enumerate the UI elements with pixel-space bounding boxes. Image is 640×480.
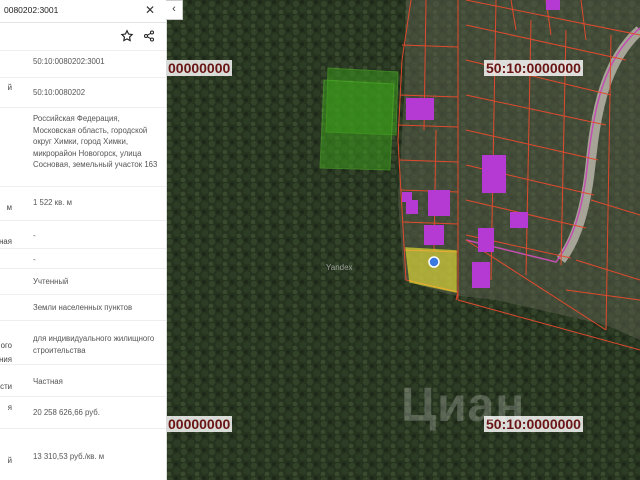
info-row-value: 20 258 626,66 руб. <box>33 408 100 417</box>
divider <box>0 320 166 321</box>
info-row-value: Учтенный <box>33 277 69 286</box>
satellite-map[interactable]: 00000000 50:10:0000000 00000000 50:10:00… <box>166 0 640 480</box>
search-query[interactable]: 0080202:3001 <box>4 5 58 15</box>
info-row-label: сти <box>0 382 12 391</box>
info-row-value: для индивидуального жилищного строительс… <box>33 334 155 355</box>
close-icon[interactable]: ✕ <box>145 3 155 17</box>
collapse-panel-button[interactable]: ‹ <box>166 0 183 20</box>
info-row-label: я <box>7 403 12 412</box>
info-row-value: 50:10:0080202:3001 <box>33 57 105 66</box>
info-row-label: м <box>6 203 12 212</box>
divider <box>0 50 166 51</box>
info-row-label: й <box>7 83 12 92</box>
chevron-left-icon: ‹ <box>172 3 176 15</box>
cadastral-label: 00000000 <box>166 60 233 76</box>
divider <box>0 107 166 108</box>
info-row-value: Частная <box>33 377 63 386</box>
cadastral-label: 00000000 <box>166 416 233 432</box>
info-row-value: 13 310,53 руб./кв. м <box>33 452 105 461</box>
cian-watermark: Циан <box>401 379 526 432</box>
info-panel: 0080202:3001 ✕ 50:10:0080202:3001 й 50:1… <box>0 0 167 480</box>
info-row-label: й <box>7 456 12 465</box>
info-row-value: - <box>33 231 36 240</box>
divider <box>0 77 166 78</box>
divider <box>0 428 166 429</box>
divider <box>0 268 166 269</box>
location-marker-icon[interactable] <box>428 256 440 268</box>
green-parcels <box>319 67 399 171</box>
divider <box>0 186 166 187</box>
star-icon[interactable] <box>120 29 134 43</box>
yandex-logo: Yandex <box>326 263 353 272</box>
divider <box>0 220 166 221</box>
info-row-value: Земли населенных пунктов <box>33 303 133 312</box>
settlement-area <box>398 0 640 340</box>
search-bar[interactable]: 0080202:3001 ✕ <box>0 0 166 23</box>
info-row-value: 1 522 кв. м <box>33 198 72 207</box>
divider <box>0 364 166 365</box>
divider <box>0 294 166 295</box>
info-row-label: ого ания <box>0 341 12 364</box>
info-row-value: 50:10:0080202 <box>33 88 86 97</box>
divider <box>0 248 166 249</box>
divider <box>0 396 166 397</box>
cadastral-label: 50:10:0000000 <box>484 60 583 76</box>
info-row-label: занная <box>0 237 12 246</box>
info-row-value: - <box>33 255 36 264</box>
info-row-value: Российская Федерация, Московская область… <box>33 114 158 169</box>
share-icon[interactable] <box>143 30 155 42</box>
